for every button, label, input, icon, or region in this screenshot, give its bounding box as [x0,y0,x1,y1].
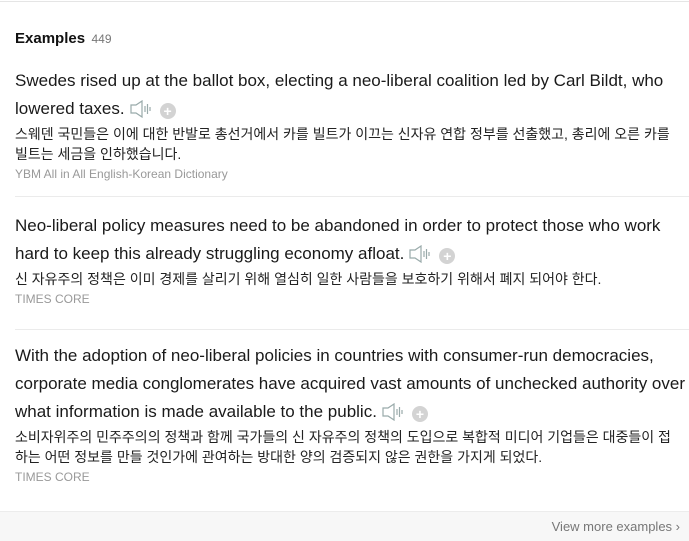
example-korean: 신 자유주의 정책은 이미 경제를 살리기 위해 열심히 일한 사람들을 보호하… [15,271,602,287]
section-header: Examples 449 [15,30,112,48]
example-item: With the adoption of neo-liberal policie… [15,342,689,484]
example-item: Swedes rised up at the ballot box, elect… [15,67,689,181]
example-count: 449 [91,32,112,46]
example-source: TIMES CORE [15,292,90,306]
speaker-icon[interactable] [130,100,152,118]
add-to-wordbook-icon[interactable]: + [159,103,176,119]
section-title: Examples [15,30,86,47]
example-korean: 스웨덴 국민들은 이에 대한 반발로 총선거에서 카를 빌트가 이끄는 신자유 … [15,126,670,162]
example-english: With the adoption of neo-liberal policie… [15,346,685,421]
divider [15,329,689,330]
add-to-wordbook-icon[interactable]: + [439,248,456,264]
example-source: TIMES CORE [15,470,90,484]
top-divider [0,1,689,2]
speaker-icon[interactable] [409,245,431,263]
example-item: Neo-liberal policy measures need to be a… [15,212,689,306]
add-to-wordbook-icon[interactable]: + [411,406,428,422]
footer: View more examples › [0,511,689,541]
example-source: YBM All in All English-Korean Dictionary [15,167,228,181]
divider [15,196,689,197]
speaker-icon[interactable] [382,403,404,421]
example-korean: 소비자위주의 민주주의의 정책과 함께 국가들의 신 자유주의 정책의 도입으로… [15,429,671,465]
view-more-examples-link[interactable]: View more examples › [552,519,680,534]
example-english: Swedes rised up at the ballot box, elect… [15,71,664,118]
example-english: Neo-liberal policy measures need to be a… [15,216,661,263]
